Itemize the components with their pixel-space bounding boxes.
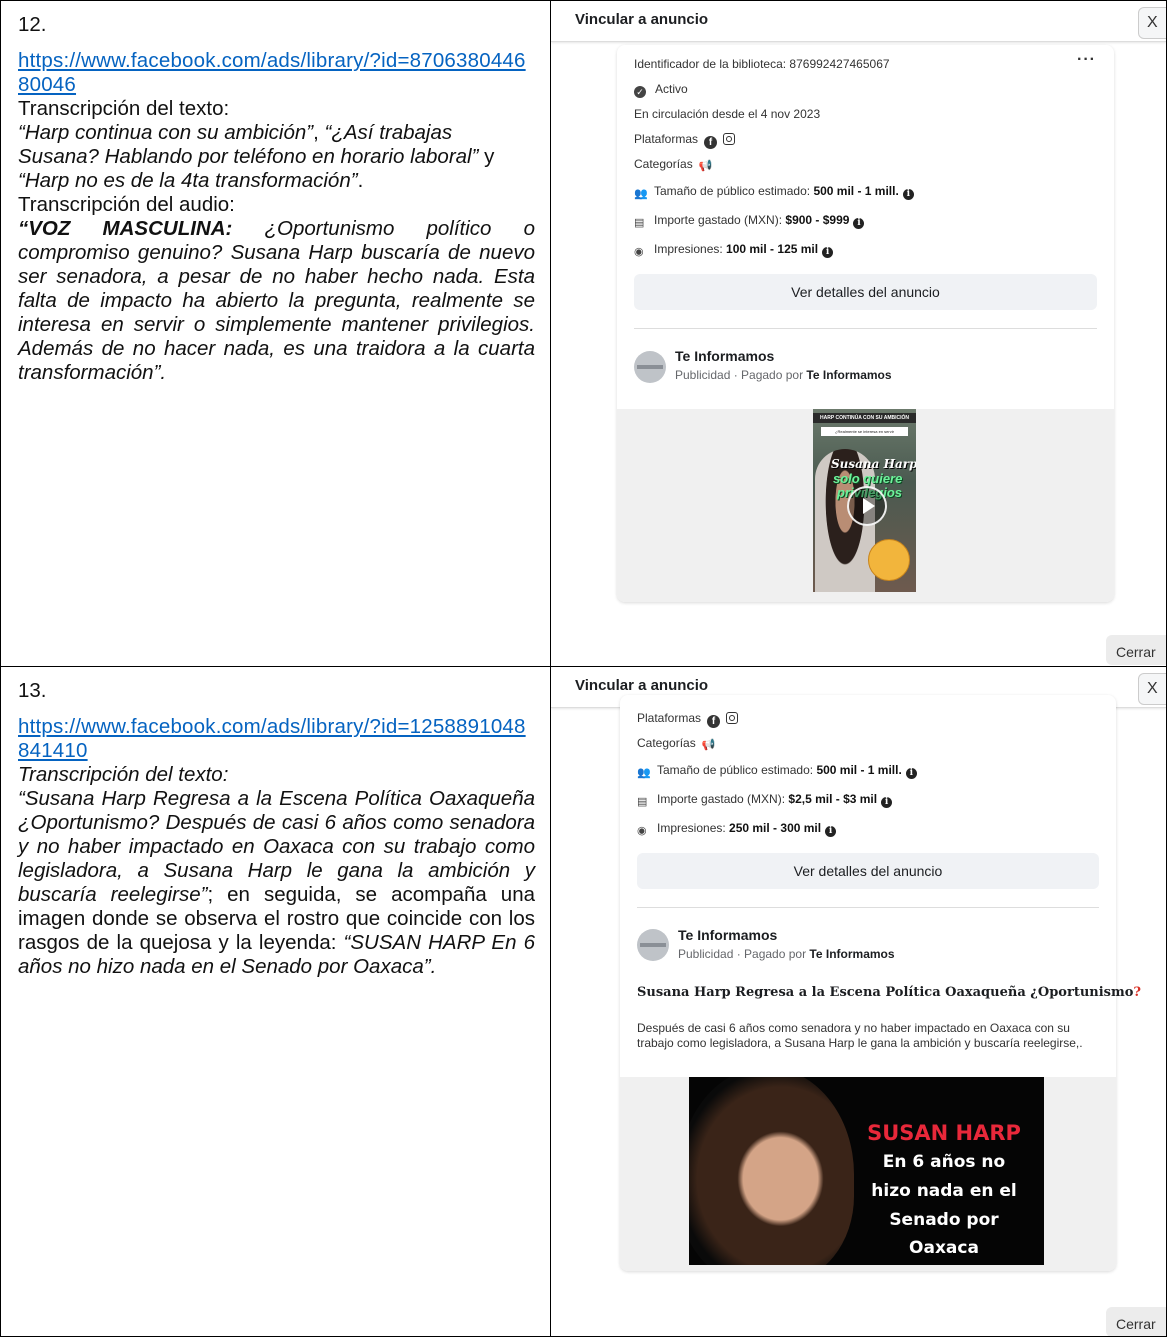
eye-icon: ◉ — [637, 825, 647, 837]
more-options-icon[interactable]: ··· — [1077, 51, 1096, 69]
ad-body-text: Después de casi 6 años como senadora y n… — [637, 1021, 1083, 1050]
divider — [637, 907, 1099, 908]
image-caption-4: Oaxaca — [909, 1238, 979, 1258]
audience-size: 👥 Tamaño de público estimado: 500 mil - 1… — [634, 184, 914, 200]
ad-library-modal: Vincular a anuncio X ··· Identificador d… — [551, 1, 1166, 666]
media-area: HARP CONTINÚA CON SU AMBICIÓN ¿Realmente… — [617, 409, 1114, 602]
audio-transcription-label: Transcripción del audio: — [18, 193, 235, 216]
modal-title: Vincular a anuncio — [575, 677, 709, 694]
people-icon: 👥 — [637, 767, 651, 779]
row-number: 13. — [18, 679, 47, 702]
people-icon: 👥 — [634, 188, 648, 200]
close-icon[interactable]: X — [1138, 673, 1166, 705]
ad-image[interactable]: SUSAN HARP En 6 años no hizo nada en el … — [689, 1077, 1044, 1265]
evidence-table: 12. https://www.facebook.com/ads/library… — [0, 0, 1167, 1337]
image-caption-3: Senado por — [889, 1210, 999, 1230]
megaphone-icon: 📢 — [698, 160, 713, 172]
video-thumbnail[interactable]: HARP CONTINÚA CON SU AMBICIÓN ¿Realmente… — [813, 409, 916, 592]
modal-header: Vincular a anuncio X — [551, 2, 1166, 42]
ad-library-link[interactable]: https://www.facebook.com/ads/library/?id… — [18, 49, 535, 97]
close-button[interactable]: Cerrar — [1106, 635, 1166, 665]
modal-title: Vincular a anuncio — [575, 11, 709, 28]
money-icon: ▤ — [637, 796, 648, 808]
see-ad-details-button[interactable]: Ver detalles del anuncio — [634, 274, 1097, 310]
page-name[interactable]: Te Informamos — [678, 927, 777, 943]
text-transcription: “Susana Harp Regresa a la Escena Polític… — [18, 787, 535, 978]
row-12-description-cell: 12. https://www.facebook.com/ads/library… — [0, 0, 551, 667]
ad-library-link[interactable]: https://www.facebook.com/ads/library/?id… — [18, 715, 535, 763]
amount-spent: ▤ Importe gastado (MXN): $2,5 mil - $3 mi… — [637, 792, 893, 808]
page-avatar[interactable] — [637, 929, 669, 961]
info-icon[interactable]: i — [902, 189, 914, 200]
row-13-screenshot-cell: Vincular a anuncio X Plataformas f Catego… — [550, 666, 1167, 1337]
image-name: SUSAN HARP — [867, 1121, 1021, 1145]
instagram-icon — [723, 133, 736, 145]
impressions: ◉ Impresiones: 100 mil - 125 mil i — [634, 242, 834, 258]
see-ad-details-button[interactable]: Ver detalles del anuncio — [637, 853, 1099, 889]
close-button[interactable]: Cerrar — [1106, 1307, 1166, 1336]
impressions: ◉ Impresiones: 250 mil - 300 mil i — [637, 821, 837, 837]
ad-library-modal: Vincular a anuncio X Plataformas f Catego… — [551, 667, 1166, 1336]
status-active: ✓ Activo — [634, 82, 688, 98]
info-icon[interactable]: i — [853, 218, 865, 229]
play-icon[interactable] — [847, 486, 887, 526]
row-13-description-cell: 13. https://www.facebook.com/ads/library… — [0, 666, 551, 1337]
library-id: Identificador de la biblioteca: 87699242… — [634, 57, 890, 71]
video-caption-2: solo quiere — [833, 471, 903, 486]
red-question-icon: ? — [1133, 985, 1142, 1000]
ad-card: Plataformas f Categorías 📢 👥 Tamaño de públ… — [620, 695, 1141, 1271]
categories-row: Categorías 📢 — [634, 157, 713, 172]
page-avatar[interactable] — [634, 351, 666, 383]
video-banner: HARP CONTINÚA CON SU AMBICIÓN — [813, 413, 916, 423]
info-icon[interactable]: i — [825, 826, 837, 837]
megaphone-icon: 📢 — [701, 739, 716, 751]
platforms-row: Plataformas f — [637, 711, 739, 728]
facebook-icon: f — [704, 136, 718, 149]
check-circle-icon: ✓ — [634, 86, 646, 98]
audio-transcription: “VOZ MASCULINA: ¿Oportunismo político o … — [18, 217, 536, 384]
eye-icon: ◉ — [634, 246, 644, 258]
text-transcription-label: Transcripción del texto: — [18, 763, 229, 786]
row-12-screenshot-cell: Vincular a anuncio X ··· Identificador d… — [550, 0, 1167, 667]
sponsored-label: Publicidad · Pagado por Te Informamos — [675, 368, 892, 382]
platforms-row: Plataformas f — [634, 132, 736, 149]
text-transcription-label: Transcripción del texto: — [18, 97, 230, 120]
categories-row: Categorías 📢 — [637, 736, 716, 751]
ad-headline: Susana Harp Regresa a la Escena Política… — [637, 985, 1142, 1000]
sponsored-label: Publicidad · Pagado por Te Informamos — [678, 947, 895, 961]
facebook-icon: f — [707, 715, 721, 728]
info-icon[interactable]: i — [881, 797, 893, 808]
media-area: SUSAN HARP En 6 años no hizo nada en el … — [620, 1077, 1116, 1271]
woman-face-photo — [689, 1077, 854, 1265]
money-icon: ▤ — [634, 217, 645, 229]
video-caption-1: Susana Harp — [831, 457, 916, 471]
row-number: 12. — [18, 13, 47, 36]
text-transcription: “Harp continua con su ambición”, “¿Así t… — [18, 121, 495, 192]
audience-size: 👥 Tamaño de público estimado: 500 mil - 1… — [637, 763, 917, 779]
page-name[interactable]: Te Informamos — [675, 348, 774, 364]
image-caption-2: hizo nada en el — [871, 1181, 1017, 1201]
info-icon[interactable]: i — [822, 247, 834, 258]
divider — [634, 328, 1097, 329]
instagram-icon — [726, 712, 739, 724]
ad-card: ··· Identificador de la biblioteca: 8769… — [617, 45, 1114, 602]
close-icon[interactable]: X — [1138, 7, 1166, 39]
image-caption-1: En 6 años no — [882, 1152, 1006, 1172]
thinking-emoji-icon — [868, 539, 910, 581]
running-since: En circulación desde el 4 nov 2023 — [634, 107, 821, 121]
amount-spent: ▤ Importe gastado (MXN): $900 - $999 i — [634, 213, 865, 229]
info-icon[interactable]: i — [905, 768, 917, 779]
video-subbanner: ¿Realmente se interesa en servir — [821, 427, 908, 436]
